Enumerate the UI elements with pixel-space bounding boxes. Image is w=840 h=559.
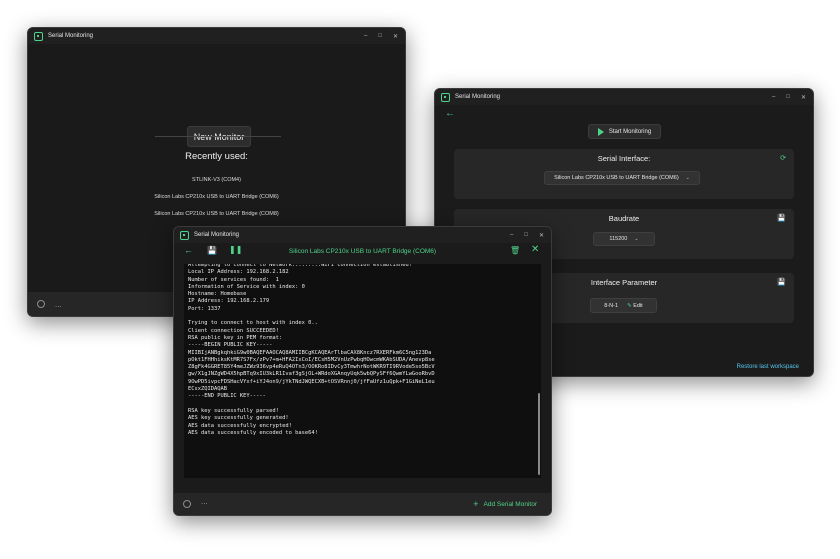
maximize-icon[interactable]: □ [524,232,528,239]
back-arrow-icon[interactable]: ← [445,108,455,119]
restore-workspace-link[interactable]: Restore last workspace [737,364,799,370]
terminal-output[interactable]: Attempting to connect to Network........… [184,264,541,478]
baudrate-value: 115200 [609,236,628,242]
window-title: Serial Monitoring [194,232,240,238]
chevron-down-icon: ⌄ [634,236,639,242]
play-icon [597,127,604,136]
more-options-icon[interactable]: ... [201,497,208,506]
terminal-line: IP Address: 192.168.2.179 [188,298,270,305]
close-monitor-icon[interactable]: ✕ [531,244,539,255]
terminal-line: MIIBIjANBgkqhkiG9w0BAQEFAAOCAQ8AMIIBCgKC… [188,349,432,356]
close-icon[interactable]: ✕ [393,33,398,40]
terminal-line: RSA key successfully parsed! [188,407,279,414]
terminal-line: AES data successfully encoded to base64! [188,429,318,436]
terminal-line: AES data successfully encrypted! [188,422,292,429]
terminal-line: Port: 1337 [188,305,221,312]
serial-interface-title: Serial Interface: [597,154,651,163]
title-bar[interactable]: Serial Monitoring – □ ✕ [435,89,813,105]
title-bar[interactable]: Serial Monitoring – □ ✕ [28,28,405,44]
recent-item[interactable]: Silicon Labs CP210x USB to UART Bridge (… [28,194,405,200]
app-logo-icon [441,92,450,102]
terminal-lines: Attempting to connect to Network........… [188,264,435,437]
serial-interface-select[interactable]: Silicon Labs CP210x USB to UART Bridge (… [544,171,700,185]
serial-interface-value: Silicon Labs CP210x USB to UART Bridge (… [554,175,679,181]
terminal-line: 9OwPD5ivpcFDSHacVYxf+iYJ4on9/jYkTNdJWQEC… [188,378,435,385]
terminal-line: Client connection SUCCEEDED! [188,327,279,334]
chevron-down-icon: ⌄ [685,175,690,181]
add-serial-monitor-label: Add Serial Monitor [483,500,537,508]
plus-icon: + [473,499,479,509]
save-icon[interactable]: 💾 [777,278,786,286]
interface-parameter-value: 8-N-1 [604,302,619,309]
recently-used-title: Recently used: [185,151,248,162]
baudrate-select[interactable]: 115200 ⌄ [593,232,655,246]
trash-icon[interactable]: 🗑 [510,246,520,255]
monitor-window: Serial Monitoring – □ ✕ ← 💾 ❚❚ Silicon L… [173,226,552,516]
window-title: Serial Monitoring [455,94,501,100]
app-logo-icon [34,31,43,41]
bottom-bar: ... + Add Serial Monitor [174,493,551,515]
edit-label: Edit [633,302,643,309]
save-icon[interactable]: 💾 [777,214,786,222]
gear-icon[interactable] [183,500,191,508]
app-logo-icon [180,230,189,240]
terminal-line: pOkt1FHHhiksKtMR7S7Fx/zPv7+m+HFA2IxCoI/E… [188,356,435,363]
terminal-line: Number of services found: 1 [188,276,279,283]
terminal-line: Information of Service with index: 0 [188,283,305,290]
gear-icon[interactable] [37,300,45,308]
start-monitoring-button[interactable]: Start Monitoring [588,124,661,139]
terminal-line: Z8gFk4GGRET85Y4meJZWz936vp4eRuQ4OTn3/OOK… [188,364,435,371]
add-serial-monitor-button[interactable]: + Add Serial Monitor [473,499,537,509]
recent-item[interactable]: Silicon Labs CP210x USB to UART Bridge (… [28,211,405,217]
maximize-icon[interactable]: □ [786,94,790,101]
serial-interface-card: Serial Interface: ⟳ Silicon Labs CP210x … [454,149,794,199]
close-icon[interactable]: ✕ [539,232,544,239]
interface-parameter-field: 8-N-1 ✎ Edit [590,298,657,313]
terminal-line: RSA public key in PEM format: [188,334,283,341]
terminal-line: Hostname: Homebase [188,291,247,298]
terminal-line: -----BEGIN PUBLIC KEY----- [188,342,273,349]
monitor-toolbar: ← 💾 ❚❚ Silicon Labs CP210x USB to UART B… [174,243,551,262]
recent-item[interactable]: STLINK-V3 (COM4) [28,177,405,183]
terminal-line: ECsxZQIDAQAB [188,386,227,393]
edit-button[interactable]: ✎ Edit [627,303,643,309]
maximize-icon[interactable]: □ [378,33,382,40]
terminal-line: Local IP Address: 192.168.2.182 [188,269,289,276]
baudrate-title: Baudrate [608,214,640,223]
terminal-line: AES key successfully generated! [188,415,289,422]
window-title: Serial Monitoring [48,33,94,39]
refresh-icon[interactable]: ⟳ [780,154,786,162]
minimize-icon[interactable]: – [510,232,513,239]
scrollbar[interactable] [538,393,540,475]
divider [155,136,281,137]
pencil-icon: ✎ [627,302,632,309]
terminal-line: Trying to connect to host with index 0.. [188,320,318,327]
title-bar[interactable]: Serial Monitoring – □ ✕ [174,227,551,243]
minimize-icon[interactable]: – [364,33,367,40]
terminal-line: -----END PUBLIC KEY----- [188,393,266,400]
terminal-line: gw/X1gJNZgWD4X5hpBTq9xIU3kLR1Ivaf3gSjOL+… [188,371,435,378]
device-title: Silicon Labs CP210x USB to UART Bridge (… [288,248,437,255]
monitor-body: ← 💾 ❚❚ Silicon Labs CP210x USB to UART B… [174,243,551,515]
more-options-icon[interactable]: ... [55,300,62,309]
close-icon[interactable]: ✕ [801,94,806,101]
minimize-icon[interactable]: – [772,94,775,101]
start-monitoring-label: Start Monitoring [608,128,652,135]
